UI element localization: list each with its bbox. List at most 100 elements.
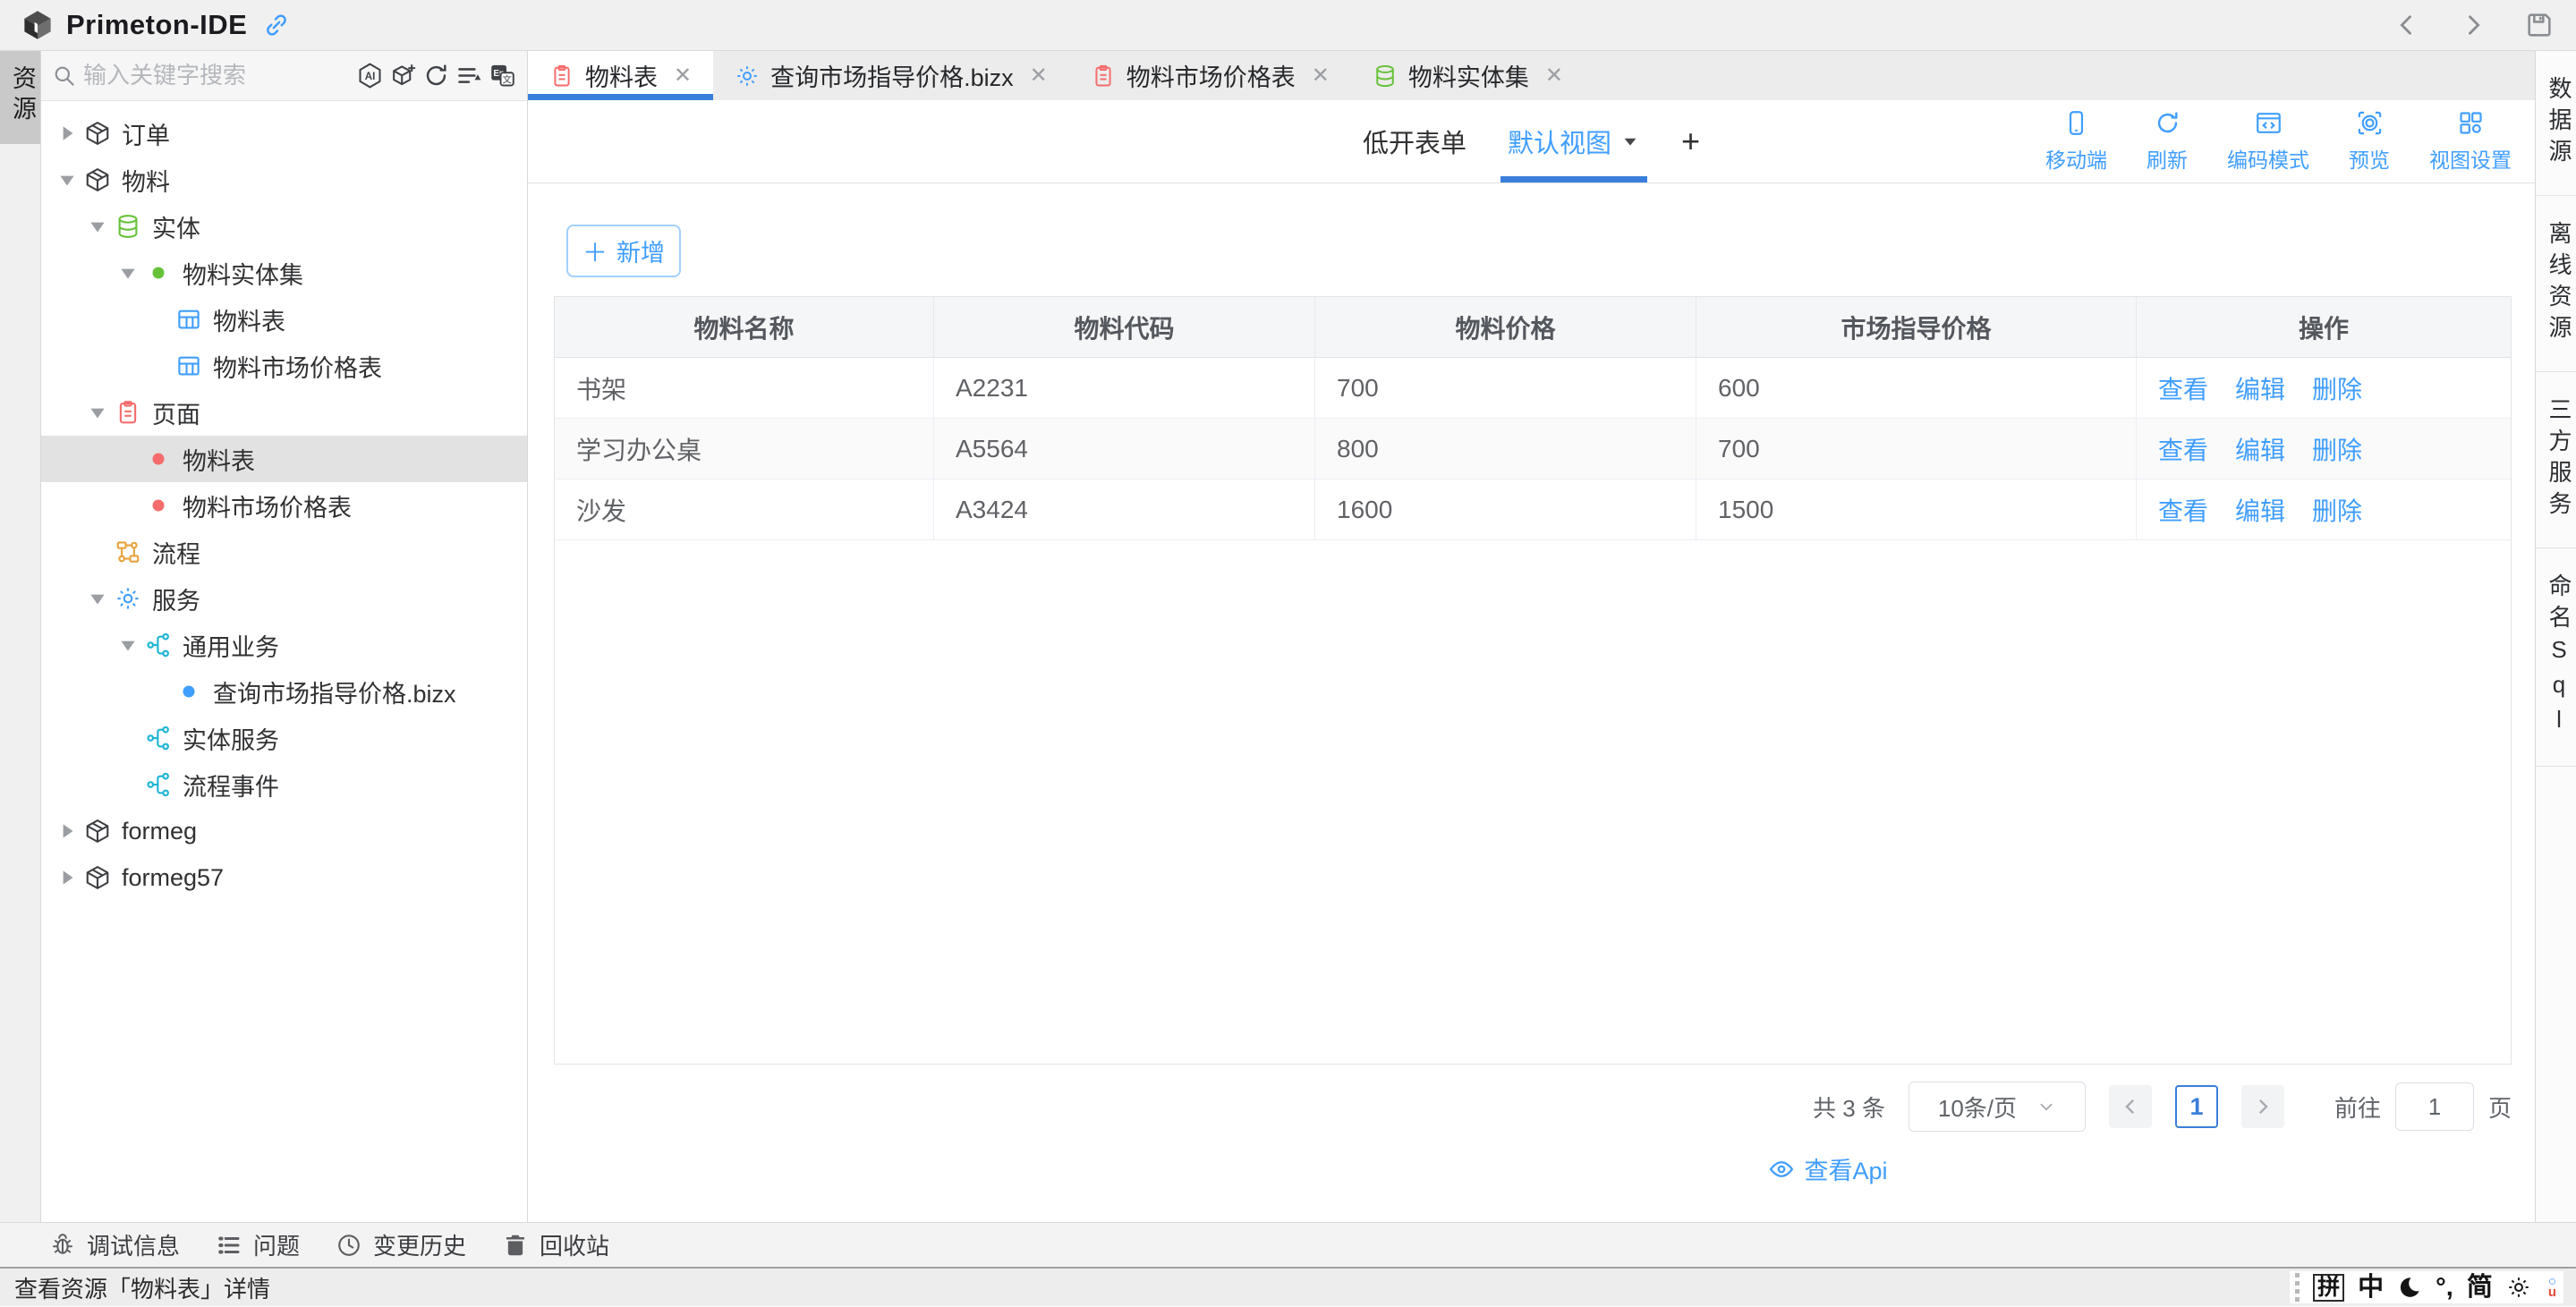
close-icon[interactable]: ✕ [674,63,692,89]
editor-tab[interactable]: 物料市场价格表 ✕ [1069,51,1351,100]
tree-expand-icon[interactable] [55,122,79,145]
ai-icon[interactable]: AI [356,62,384,89]
tree-item[interactable]: 物料 [41,157,527,203]
tree-item[interactable]: 查询市场指导价格.bizx [41,668,527,715]
bottom-bar-item[interactable]: 回收站 [502,1228,609,1261]
row-actions: 查看编辑删除 [2137,419,2511,479]
delete-link[interactable]: 删除 [2312,370,2362,406]
tree-item[interactable]: formeg [41,808,527,854]
right-tab-三方服务[interactable]: 三方服务 [2536,372,2576,548]
close-icon[interactable]: ✕ [1030,63,1048,89]
nav-forward-icon[interactable] [2458,10,2488,40]
tree-expander-icon[interactable] [116,494,140,517]
view-link[interactable]: 查看 [2158,431,2208,467]
edit-link[interactable]: 编辑 [2235,492,2285,528]
link-icon[interactable] [263,12,290,38]
ime-logo-icon[interactable]: ○u [2548,1277,2556,1298]
right-tab-命名Sql[interactable]: 命名Sql [2536,548,2576,767]
tree-item[interactable]: 物料表 [41,436,527,482]
bottom-item-label: 回收站 [540,1228,609,1261]
ime-key[interactable]: 拼 [2313,1274,2344,1302]
toolbar-action-button[interactable]: 预览 [2349,109,2390,174]
editor-tab[interactable]: 物料表 ✕ [528,51,713,100]
add-view-button[interactable]: + [1681,100,1700,182]
tree-item[interactable]: 通用业务 [41,622,527,668]
db-icon [115,213,141,240]
close-icon[interactable]: ✕ [1545,63,1563,89]
dot-icon [175,678,202,705]
translate-icon[interactable]: En文 [489,62,516,89]
sort-list-icon[interactable] [455,62,483,89]
search-input[interactable] [83,62,344,89]
view-api-link[interactable]: 查看Api [1768,1151,1887,1186]
toolbar-action-button[interactable]: 刷新 [2147,109,2188,174]
tree-item[interactable]: 实体服务 [41,715,527,761]
ime-drag-handle[interactable] [2295,1273,2300,1302]
page-1-button[interactable]: 1 [2175,1085,2218,1128]
nav-back-icon[interactable] [2392,10,2422,40]
tree-item[interactable]: 流程事件 [41,761,527,808]
editor-tab[interactable]: 查询市场指导价格.bizx ✕ [713,51,1069,100]
toolbar-action-button[interactable]: 视图设置 [2429,109,2512,174]
tree-item[interactable]: 物料表 [41,296,527,343]
ime-key[interactable]: 中 [2358,1275,2384,1301]
edit-link[interactable]: 编辑 [2235,370,2285,406]
tree-expander-icon[interactable] [147,354,170,378]
tree-expander-icon[interactable] [116,773,140,796]
tab-lowcode-form[interactable]: 低开表单 [1363,100,1467,182]
tree-expander-icon[interactable] [86,540,109,564]
tree-collapse-icon[interactable] [86,215,109,238]
prev-page-button[interactable] [2109,1085,2152,1128]
edit-link[interactable]: 编辑 [2235,431,2285,467]
add-button[interactable]: ＋ 新增 [566,225,681,277]
ime-key[interactable]: °, [2436,1275,2453,1301]
tree-item[interactable]: 流程 [41,529,527,575]
editor-tab[interactable]: 物料实体集 ✕ [1351,51,1585,100]
ime-key[interactable]: 简 [2467,1275,2493,1301]
tree-collapse-icon[interactable] [116,633,140,657]
add-button-label: 新增 [616,233,665,268]
view-link[interactable]: 查看 [2158,370,2208,406]
ime-moon-icon[interactable] [2397,1275,2422,1300]
delete-link[interactable]: 删除 [2312,431,2362,467]
tree-collapse-icon[interactable] [86,587,109,610]
tree-item[interactable]: 服务 [41,575,527,622]
box-plus-icon[interactable] [389,62,417,89]
tree-expand-icon[interactable] [55,819,79,843]
page-size-select[interactable]: 10条/页 [1909,1082,2086,1132]
refresh-icon[interactable] [422,62,450,89]
next-page-button[interactable] [2241,1085,2284,1128]
tree-item[interactable]: 物料市场价格表 [41,343,527,389]
save-icon[interactable] [2524,10,2555,40]
right-tab-数据源[interactable]: 数据源 [2536,51,2576,196]
toolbar-action-button[interactable]: 移动端 [2045,109,2107,174]
toolbar-action-button[interactable]: 编码模式 [2227,109,2309,174]
tree-item[interactable]: formeg57 [41,854,527,901]
tree-collapse-icon[interactable] [116,261,140,284]
goto-page-input[interactable] [2395,1082,2474,1131]
bottom-bar-item[interactable]: 问题 [216,1228,300,1261]
tree-expander-icon[interactable] [116,726,140,750]
bottom-bar-item[interactable]: 调试信息 [49,1228,180,1261]
tree-item[interactable]: 实体 [41,203,527,250]
tree-item[interactable]: 物料实体集 [41,250,527,296]
view-link[interactable]: 查看 [2158,492,2208,528]
tree-collapse-icon[interactable] [86,401,109,424]
tree-item[interactable]: 页面 [41,389,527,436]
tree-item[interactable]: 订单 [41,110,527,157]
bottom-bar-item[interactable]: 变更历史 [336,1228,466,1261]
tree-expander-icon[interactable] [116,447,140,471]
tree-expand-icon[interactable] [55,866,79,889]
close-icon[interactable]: ✕ [1312,63,1330,89]
sidebar-tab-resources[interactable]: 资源 [0,51,40,144]
gear-icon [735,64,760,89]
ime-gear-icon[interactable] [2506,1275,2531,1300]
delete-link[interactable]: 删除 [2312,492,2362,528]
tree-item[interactable]: 物料市场价格表 [41,482,527,529]
tree-expander-icon[interactable] [147,680,170,703]
chevron-down-icon[interactable] [1620,132,1640,151]
tab-default-view[interactable]: 默认视图 [1508,100,1640,182]
tree-expander-icon[interactable] [147,308,170,331]
right-tab-离线资源[interactable]: 离线资源 [2536,196,2576,372]
tree-collapse-icon[interactable] [55,168,79,191]
